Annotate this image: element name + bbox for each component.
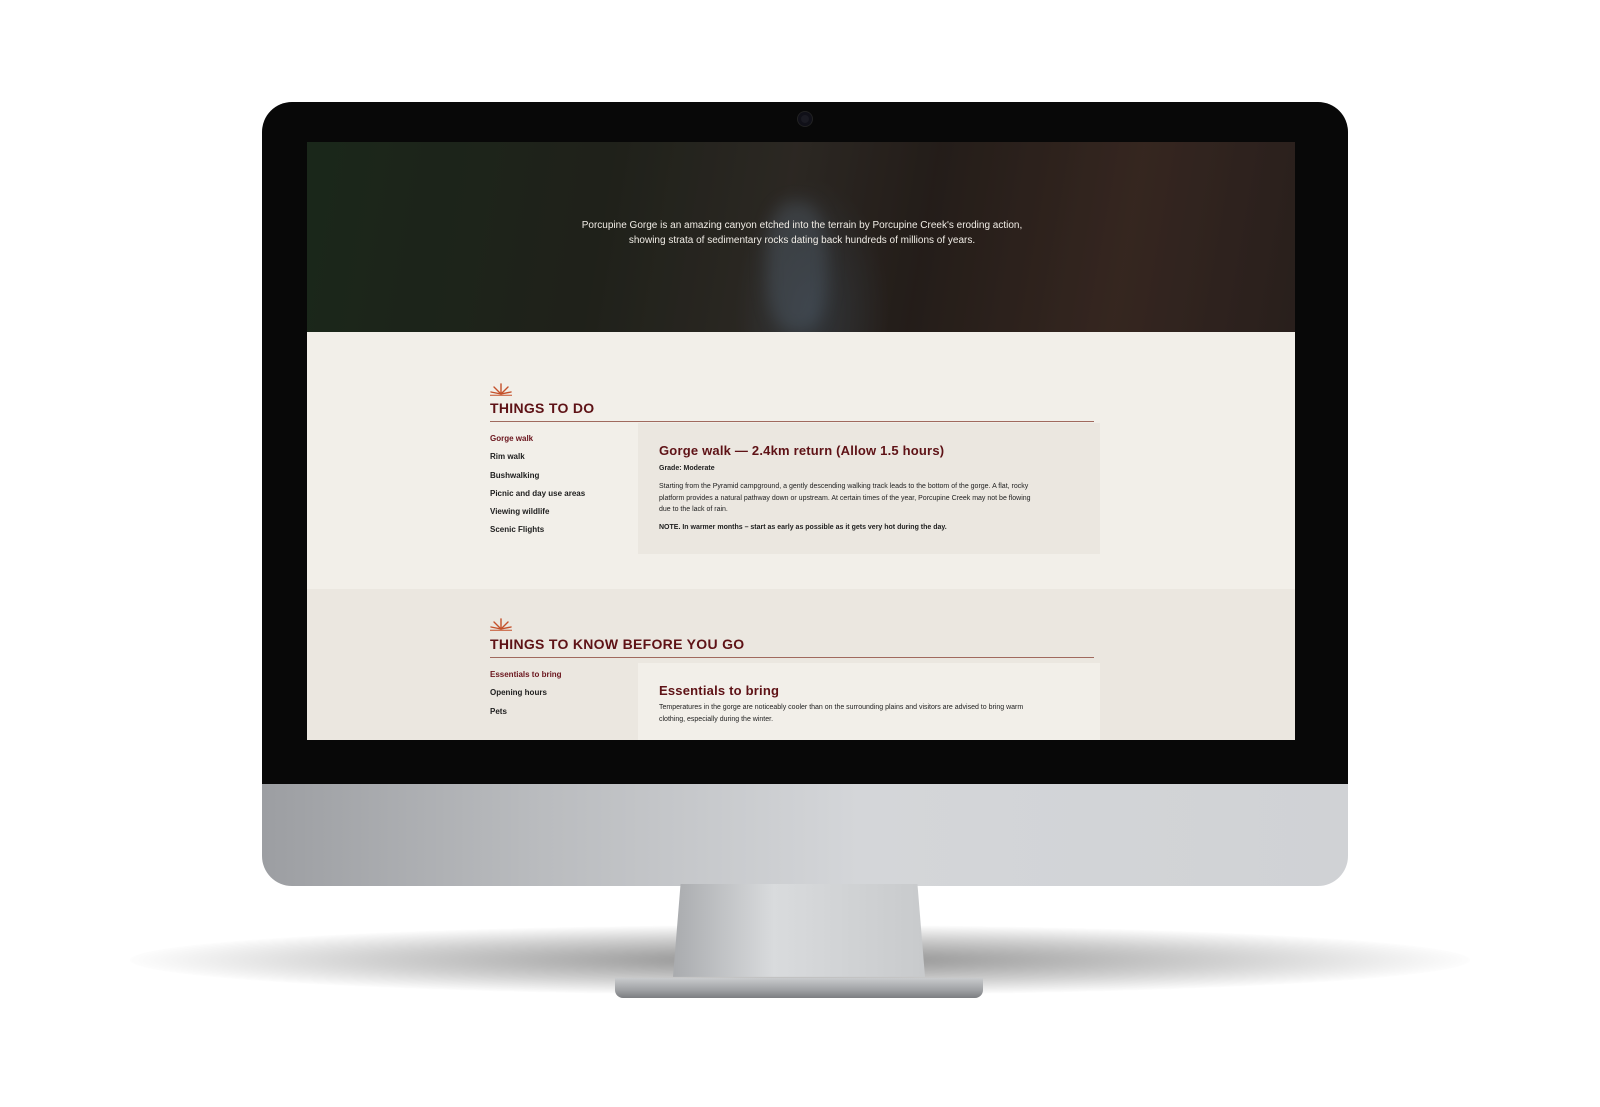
sunburst-icon: [490, 618, 512, 631]
essentials-panel: Essentials to bring Temperatures in the …: [638, 663, 1100, 740]
hero-caption-line: Porcupine Gorge is an amazing canyon etc…: [581, 220, 1023, 231]
things-to-do-nav: Gorge walk Rim walk Bushwalking Picnic a…: [490, 433, 630, 543]
hero-caption: Porcupine Gorge is an amazing canyon etc…: [537, 218, 1067, 248]
panel-heading: Gorge walk — 2.4km return (Allow 1.5 hou…: [659, 443, 945, 458]
monitor-base: [615, 978, 983, 998]
section-title: THINGS TO DO: [490, 400, 595, 416]
section-divider: [490, 657, 1094, 658]
things-to-know-section: THINGS TO KNOW BEFORE YOU GO Essentials …: [307, 589, 1295, 740]
things-to-do-section: THINGS TO DO Gorge walk Rim walk Bushwal…: [307, 332, 1295, 589]
nav-item-gorge-walk[interactable]: Gorge walk: [490, 433, 630, 451]
body-line: due to the lack of rain.: [659, 506, 728, 513]
sunburst-icon: [490, 383, 512, 396]
section-title: THINGS TO KNOW BEFORE YOU GO: [490, 636, 745, 652]
monitor-chin: [262, 784, 1348, 886]
nav-item-essentials[interactable]: Essentials to bring: [490, 669, 630, 687]
nav-item-rim-walk[interactable]: Rim walk: [490, 451, 630, 469]
nav-item-bushwalking[interactable]: Bushwalking: [490, 470, 630, 488]
nav-item-opening-hours[interactable]: Opening hours: [490, 687, 630, 705]
website-screen[interactable]: Porcupine Gorge is an amazing canyon etc…: [307, 142, 1295, 740]
nav-item-wildlife[interactable]: Viewing wildlife: [490, 506, 630, 524]
panel-note: NOTE. In warmer months – start as early …: [659, 524, 947, 531]
monitor-stand: [673, 884, 925, 977]
things-to-know-nav: Essentials to bring Opening hours Pets: [490, 669, 630, 724]
nav-item-picnic[interactable]: Picnic and day use areas: [490, 488, 630, 506]
grade-label: Grade: Moderate: [659, 465, 715, 472]
panel-body: Temperatures in the gorge are noticeably…: [659, 702, 1023, 725]
panel-heading: Essentials to bring: [659, 683, 780, 698]
hero-caption-line: showing strata of sedimentary rocks dati…: [628, 235, 976, 246]
nav-item-scenic-flights[interactable]: Scenic Flights: [490, 524, 630, 542]
body-line: Temperatures in the gorge are noticeably…: [659, 704, 1024, 711]
nav-item-pets[interactable]: Pets: [490, 706, 630, 724]
webcam-icon: [798, 112, 812, 126]
section-divider: [490, 421, 1094, 422]
panel-body: Starting from the Pyramid campground, a …: [659, 481, 1031, 516]
hero-banner: Porcupine Gorge is an amazing canyon etc…: [307, 142, 1295, 332]
body-line: platform provides a natural pathway down…: [659, 494, 1031, 502]
body-line: Starting from the Pyramid campground, a …: [659, 483, 1029, 490]
gorge-walk-panel: Gorge walk — 2.4km return (Allow 1.5 hou…: [638, 423, 1100, 554]
body-line: clothing, especially during the winter.: [659, 715, 774, 723]
